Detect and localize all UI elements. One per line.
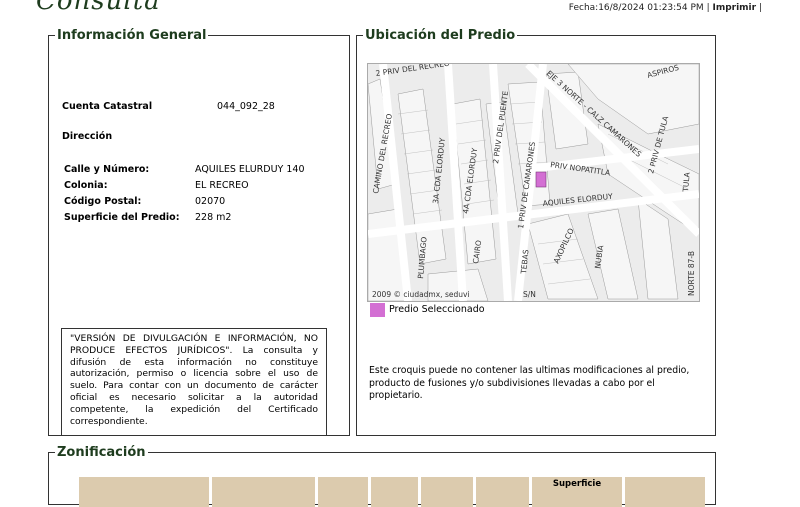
panel-title: Información General [57,28,207,43]
table-header-cell [371,477,418,507]
street-label: S/N [523,290,536,299]
street-label: TULA [681,171,692,193]
table-header-cell [212,477,315,507]
cuenta-label: Cuenta Catastral [62,101,153,112]
zonificacion-header-row: Superficie [79,477,705,507]
cp-value: 02070 [195,196,226,207]
street-label: NORTE 87-B [687,251,696,296]
informacion-general-panel: Información General Cuenta Catastral 044… [48,28,350,436]
table-header-cell [476,477,529,507]
legend-label: Predio Seleccionado [389,304,485,315]
location-map[interactable]: 2 PRIV DEL RECREO CAMINO DEL RECREO 3A C… [367,63,700,302]
cp-label: Código Postal: [64,196,142,207]
calle-value: AQUILES ELURDUY 140 [195,164,305,175]
table-header-cell [79,477,209,507]
direccion-label: Dirección [62,131,113,142]
separator: | [758,3,762,13]
map-svg: 2 PRIV DEL RECREO CAMINO DEL RECREO 3A C… [368,64,699,301]
colonia-value: EL RECREO [195,180,249,191]
header-bar: Fecha:16/8/2024 01:23:54 PM | Imprimir | [569,3,762,13]
cuenta-value: 044_092_28 [217,101,275,112]
map-credit: 2009 © ciudadmx, seduvi [372,290,470,299]
legend-swatch [370,303,385,317]
croquis-note: Este croquis puede no contener las ultim… [369,365,690,401]
site-logo: Consulta [36,0,161,16]
disclaimer-notice: "VERSIÓN DE DIVULGACIÓN E INFORMACIÓN, N… [61,328,327,436]
superficie-label: Superficie del Predio: [64,212,180,223]
table-header-cell: Superficie [532,477,622,507]
fecha-text: Fecha:16/8/2024 01:23:54 PM [568,3,704,13]
selected-parcel [535,171,547,188]
panel-title: Ubicación del Predio [365,28,516,43]
superficie-value: 228 m2 [195,212,232,223]
table-header-cell [318,477,368,507]
zonificacion-panel: Zonificación Superficie [48,445,716,507]
table-header-cell [625,477,705,507]
separator: | [706,3,710,13]
calle-label: Calle y Número: [64,164,150,175]
panel-title: Zonificación [57,445,146,460]
ubicacion-predio-panel: Ubicación del Predio 2 PRIV DEL RECREO C… [356,28,716,436]
imprimir-link[interactable]: Imprimir [712,3,756,13]
table-header-cell [421,477,473,507]
colonia-label: Colonia: [64,180,108,191]
